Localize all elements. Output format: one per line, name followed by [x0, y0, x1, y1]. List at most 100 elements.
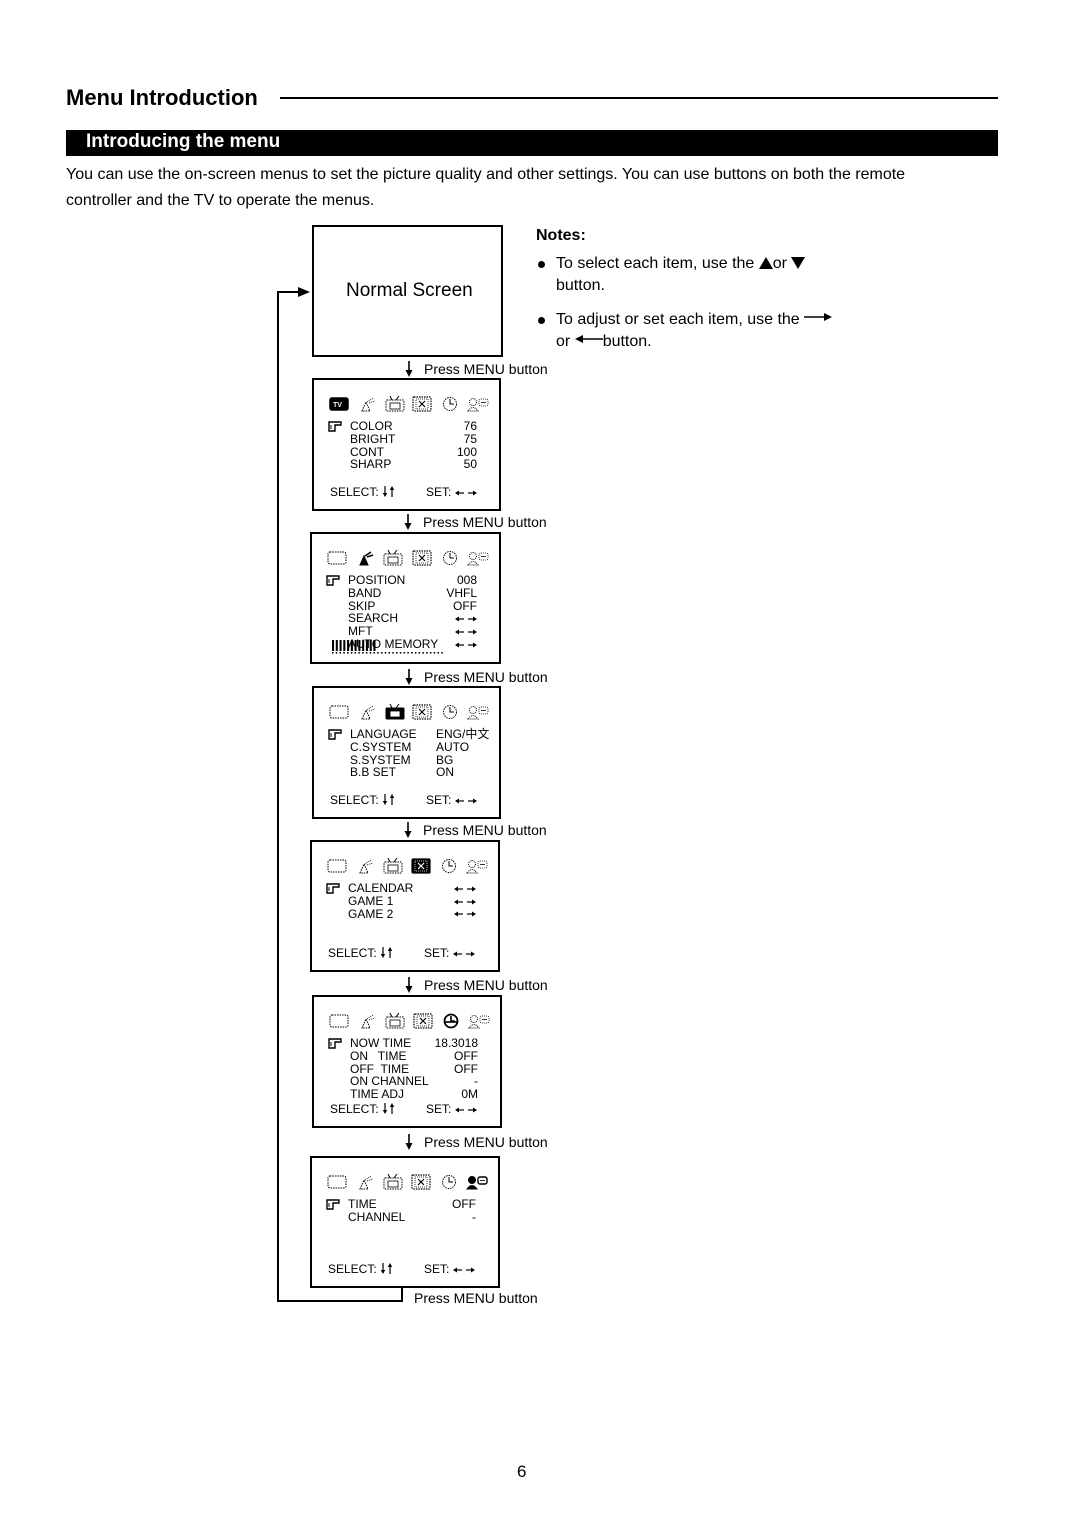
loop-back-line-bottom — [277, 1300, 403, 1302]
progress-bar-filled — [362, 640, 365, 651]
picture-icon[interactable] — [328, 1013, 350, 1029]
menu-row[interactable]: CHANNEL - — [326, 1210, 476, 1224]
menu-row[interactable]: BAND VHFL — [326, 586, 477, 600]
left-right-arrows-icon — [455, 629, 477, 635]
progress-bar-filled — [354, 640, 357, 651]
tuning-menu-screen: POSITION 008 BAND VHFL SKIP OFF SEARCH MFT AUTO … — [310, 532, 501, 664]
menu-icon-bar — [326, 858, 488, 876]
left-right-arrows-icon — [454, 798, 477, 804]
menu-row[interactable]: POSITION 008 — [326, 574, 477, 587]
progress-bar-filled — [350, 640, 353, 651]
timer-clock-icon[interactable] — [440, 1013, 462, 1029]
feature-icon[interactable] — [411, 396, 433, 412]
tuning-antenna-icon[interactable] — [356, 704, 378, 720]
progress-dot — [422, 652, 424, 654]
timer-clock-icon[interactable] — [439, 396, 461, 412]
menu-row[interactable]: ON TIME OFF — [328, 1049, 478, 1063]
menu-row[interactable]: TIME OFF — [326, 1198, 476, 1211]
progress-dot — [396, 652, 398, 654]
progress-dot — [339, 652, 342, 654]
select-label: SELECT: — [328, 1262, 377, 1276]
picture-icon[interactable] — [326, 858, 348, 874]
child-lock-icon[interactable] — [468, 1013, 490, 1029]
menu-icon-bar — [326, 1174, 488, 1192]
menu-footer: SELECT: SET: — [328, 1262, 482, 1276]
tuning-antenna-icon[interactable] — [354, 858, 376, 874]
left-right-arrows-icon — [454, 490, 477, 496]
hand-pointer-icon — [326, 1199, 340, 1210]
menu-row[interactable]: GAME 2 — [326, 907, 476, 921]
menu-row[interactable]: NOW TIME 18.3018 — [328, 1037, 478, 1050]
menu-rows: CALENDAR GAME 1 GAME 2 — [326, 882, 476, 920]
child-lock-icon[interactable] — [466, 858, 488, 874]
progress-dot — [350, 652, 353, 654]
menu-row[interactable]: TIME ADJ 0M — [328, 1088, 478, 1101]
child-lock-icon[interactable] — [467, 396, 489, 412]
feature-icon[interactable] — [412, 1013, 434, 1029]
select-label: SELECT: — [330, 793, 379, 807]
left-right-arrows-icon — [454, 1107, 477, 1113]
picture-icon[interactable] — [326, 550, 348, 566]
left-right-arrows-icon — [452, 1267, 475, 1273]
menu-row-value — [455, 638, 477, 651]
progress-dot — [411, 652, 413, 654]
tv-function-icon[interactable] — [384, 396, 406, 412]
timer-clock-icon[interactable] — [438, 1174, 460, 1190]
menu-row[interactable]: BRIGHT 75 — [328, 432, 477, 446]
menu-row[interactable]: SHARP 50 — [328, 458, 477, 471]
normal-screen-label: Normal Screen — [346, 280, 473, 301]
left-right-arrows-icon — [454, 911, 476, 917]
set-label: SET: — [424, 946, 450, 960]
feature-icon[interactable] — [410, 1174, 432, 1190]
tuning-antenna-icon[interactable] — [354, 1174, 376, 1190]
timer-clock-icon[interactable] — [439, 704, 461, 720]
menu-row-label: POSITION — [348, 573, 406, 587]
notes-panel: Notes: To select each item, use the or b… — [536, 227, 896, 365]
progress-dot — [437, 652, 439, 654]
tv-function-icon[interactable] — [382, 858, 404, 874]
progress-dot — [388, 652, 391, 654]
menu-icon-bar: TV — [328, 396, 489, 414]
tv-function-icon[interactable] — [382, 1174, 404, 1190]
menu-row[interactable]: COLOR 76 — [328, 420, 477, 433]
progress-bar-filled — [332, 640, 335, 651]
note-text: To adjust or set each item, use the — [556, 311, 800, 328]
menu-rows: COLOR 76 BRIGHT 75 CONT 100 SHARP 50 — [328, 420, 477, 471]
down-triangle-icon — [791, 257, 806, 269]
down-arrow-icon — [404, 361, 414, 382]
child-lock-icon[interactable] — [466, 550, 489, 566]
picture-icon[interactable] — [328, 704, 350, 720]
tv-function-icon[interactable] — [382, 550, 404, 566]
up-triangle-icon — [758, 257, 773, 269]
tv-function-icon[interactable] — [384, 1013, 406, 1029]
section-title: Menu Introduction — [66, 85, 258, 110]
picture-icon[interactable] — [326, 1174, 348, 1190]
timer-clock-icon[interactable] — [438, 858, 460, 874]
menu-row[interactable]: GAME 1 — [326, 894, 476, 908]
select-label: SELECT: — [328, 946, 377, 960]
menu-row[interactable]: LANGUAGE ENG/中文 — [328, 728, 489, 741]
feature-icon[interactable] — [411, 550, 433, 566]
loop-back-line-vertical — [277, 291, 279, 1302]
feature-icon[interactable] — [410, 858, 432, 874]
progress-dot — [407, 652, 409, 654]
left-right-arrows-icon — [455, 616, 477, 622]
picture-icon[interactable]: TV — [328, 396, 350, 412]
child-lock-icon[interactable] — [467, 704, 489, 720]
timer-clock-icon[interactable] — [439, 550, 461, 566]
loop-back-arrow-icon — [298, 287, 310, 297]
progress-dot — [335, 652, 338, 654]
menu-row[interactable]: C.SYSTEM AUTO — [328, 740, 477, 754]
tuning-antenna-icon[interactable] — [354, 550, 376, 566]
child-lock-icon[interactable] — [466, 1174, 488, 1190]
note-text: or — [556, 333, 571, 350]
feature-icon[interactable] — [411, 704, 433, 720]
tuning-antenna-icon[interactable] — [356, 396, 378, 412]
menu-row[interactable]: B.B SET ON — [328, 766, 477, 779]
menu-row[interactable]: CALENDAR — [326, 882, 476, 895]
tv-function-icon[interactable] — [384, 704, 406, 720]
menu-row-value — [454, 882, 476, 895]
progress-dot — [433, 652, 436, 654]
progress-dot — [399, 652, 402, 654]
tuning-antenna-icon[interactable] — [356, 1013, 378, 1029]
